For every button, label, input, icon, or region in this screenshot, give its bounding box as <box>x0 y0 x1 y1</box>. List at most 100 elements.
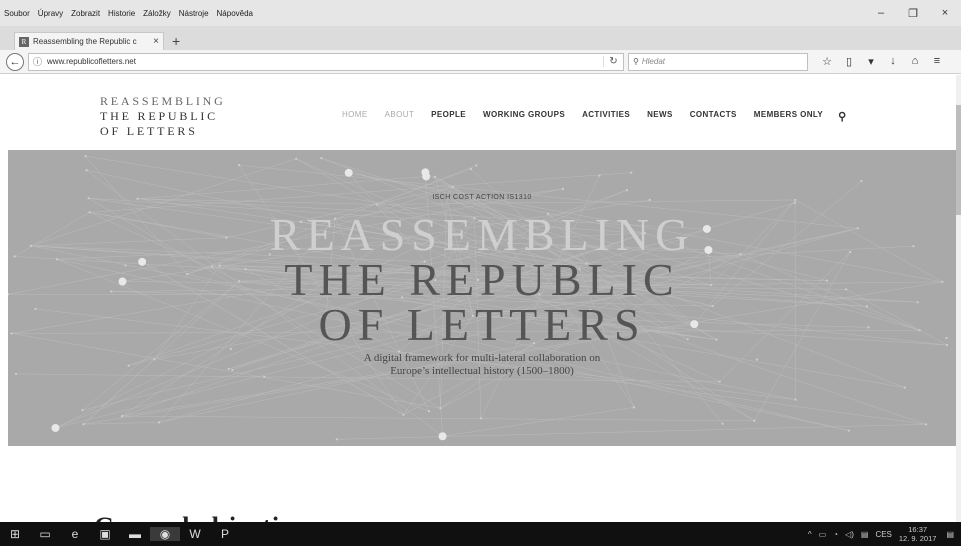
menu-zalozky[interactable]: Záložky <box>143 9 171 18</box>
hero-subtitle-line-2: Europe’s intellectual history (1500–1800… <box>390 365 574 377</box>
url-text[interactable]: www.republicofletters.net <box>47 57 603 66</box>
hero-kicker: ISCH COST ACTION IS1310 <box>432 194 532 201</box>
reload-icon[interactable]: ↻ <box>603 56 623 67</box>
star-icon[interactable]: ☆ <box>816 55 838 68</box>
network-edge <box>442 407 635 437</box>
main-navigation: HOME ABOUT PEOPLE WORKING GROUPS ACTIVIT… <box>342 110 864 123</box>
clock[interactable]: 16:37 12. 9. 2017 <box>899 525 937 543</box>
store-icon[interactable]: ▣ <box>90 527 120 541</box>
menu-upravy[interactable]: Úpravy <box>38 9 63 18</box>
toolbar-icons: ☆ ▯ ▾ ↓ ⌂ ≡ <box>816 55 948 68</box>
powerpoint-icon[interactable]: P <box>210 527 240 541</box>
network-node <box>625 189 628 192</box>
nav-home[interactable]: HOME <box>342 110 368 123</box>
windows-taskbar: ⊞ ▭ e ▣ ▬ ◉ W P ^ ▭ ◔ ◁) ▤ CES 16:37 12.… <box>0 522 961 546</box>
pocket-icon[interactable]: ▾ <box>860 55 882 68</box>
tab-bar: R Reassembling the Republic c × + <box>0 26 961 50</box>
network-node <box>402 413 405 416</box>
back-icon: ← <box>9 55 21 68</box>
menu-bar: Soubor Úpravy Zobrazit Historie Záložky … <box>0 0 961 26</box>
search-input[interactable]: ⚲ Hledat <box>628 52 808 71</box>
nav-people[interactable]: PEOPLE <box>431 110 466 123</box>
network-node <box>433 175 437 178</box>
network-node <box>237 163 241 167</box>
network-node <box>375 203 378 206</box>
download-icon[interactable]: ↓ <box>882 55 904 68</box>
network-node <box>439 407 442 410</box>
site-search-icon[interactable]: ⚲ <box>838 110 846 123</box>
task-view-icon[interactable]: ▭ <box>30 527 60 541</box>
page-scrollbar[interactable] <box>956 75 961 522</box>
network-node <box>561 187 565 191</box>
taskbar-apps: ⊞ ▭ e ▣ ▬ ◉ W P <box>0 527 240 541</box>
close-tab-button[interactable]: × <box>153 36 159 47</box>
start-icon[interactable]: ⊞ <box>0 527 30 541</box>
network-node <box>82 423 85 426</box>
nav-members-only[interactable]: MEMBERS ONLY <box>754 110 823 123</box>
network-node <box>924 423 928 426</box>
network-node <box>85 169 88 172</box>
menu-napoveda[interactable]: Nápověda <box>217 9 253 18</box>
library-icon[interactable]: ▯ <box>838 55 860 68</box>
network-node <box>753 419 756 422</box>
new-tab-button[interactable]: + <box>172 34 180 48</box>
network-node <box>295 157 298 160</box>
firefox-icon[interactable]: ◉ <box>150 527 180 541</box>
keyboard-icon[interactable]: ▤ <box>861 530 869 539</box>
home-icon[interactable]: ⌂ <box>904 55 926 68</box>
nav-news[interactable]: NEWS <box>647 110 673 123</box>
network-node <box>344 168 353 177</box>
edge-icon[interactable]: e <box>60 527 90 541</box>
network-edge <box>122 415 755 422</box>
network-node <box>84 155 87 158</box>
logo-line-2: THE REPUBLIC <box>100 109 218 123</box>
site-favicon-icon: R <box>19 36 29 47</box>
nav-about[interactable]: ABOUT <box>385 110 415 123</box>
menu-historie[interactable]: Historie <box>108 9 135 18</box>
network-node <box>451 185 454 189</box>
maximize-button[interactable]: ❐ <box>897 7 929 20</box>
notifications-icon[interactable]: ▤ <box>946 530 954 539</box>
window-controls: – ❐ × <box>865 7 961 20</box>
network-node <box>847 429 850 432</box>
network-node <box>320 157 323 160</box>
chevron-up-icon[interactable]: ^ <box>808 530 812 539</box>
minimize-button[interactable]: – <box>865 7 897 20</box>
network-node <box>469 167 473 171</box>
network-node <box>632 406 636 409</box>
scrollbar-thumb[interactable] <box>956 105 961 215</box>
browser-tab[interactable]: R Reassembling the Republic c × <box>14 32 164 50</box>
address-bar[interactable]: ⓘ www.republicofletters.net ↻ <box>28 52 624 71</box>
file-explorer-icon[interactable]: ▬ <box>120 527 150 541</box>
network-node <box>51 423 60 432</box>
search-icon: ⚲ <box>633 57 639 66</box>
clock-time: 16:37 <box>908 525 928 534</box>
site-logo[interactable]: REASSEMBLING THE REPUBLIC OF LETTERS <box>100 94 226 139</box>
close-window-button[interactable]: × <box>929 7 961 20</box>
nav-activities[interactable]: ACTIVITIES <box>582 110 630 123</box>
web-page: REASSEMBLING THE REPUBLIC OF LETTERS HOM… <box>0 75 956 522</box>
battery-icon[interactable]: ▭ <box>819 530 827 539</box>
back-button[interactable]: ← <box>6 52 24 71</box>
network-node <box>438 432 447 441</box>
word-icon[interactable]: W <box>180 527 210 541</box>
nav-contacts[interactable]: CONTACTS <box>690 110 737 123</box>
wifi-icon[interactable]: ◔ <box>833 530 838 539</box>
menu-icon[interactable]: ≡ <box>926 55 948 68</box>
nav-working-groups[interactable]: WORKING GROUPS <box>483 110 565 123</box>
hero-subtitle-line-1: A digital framework for multi-lateral co… <box>363 352 601 364</box>
info-icon[interactable]: ⓘ <box>33 55 42 68</box>
network-node <box>860 179 863 183</box>
volume-icon[interactable]: ◁) <box>845 530 854 539</box>
network-edge <box>89 172 632 213</box>
network-edge <box>83 422 160 425</box>
language-indicator[interactable]: CES <box>875 530 891 539</box>
menu-items: Soubor Úpravy Zobrazit Historie Záložky … <box>0 9 253 18</box>
menu-soubor[interactable]: Soubor <box>4 9 30 18</box>
menu-nastroje[interactable]: Nástroje <box>179 9 209 18</box>
network-node <box>718 380 721 383</box>
network-node <box>427 410 431 413</box>
menu-zobrazit[interactable]: Zobrazit <box>71 9 100 18</box>
network-node <box>475 164 478 167</box>
system-tray: ^ ▭ ◔ ◁) ▤ CES 16:37 12. 9. 2017 ▤ <box>808 525 961 543</box>
